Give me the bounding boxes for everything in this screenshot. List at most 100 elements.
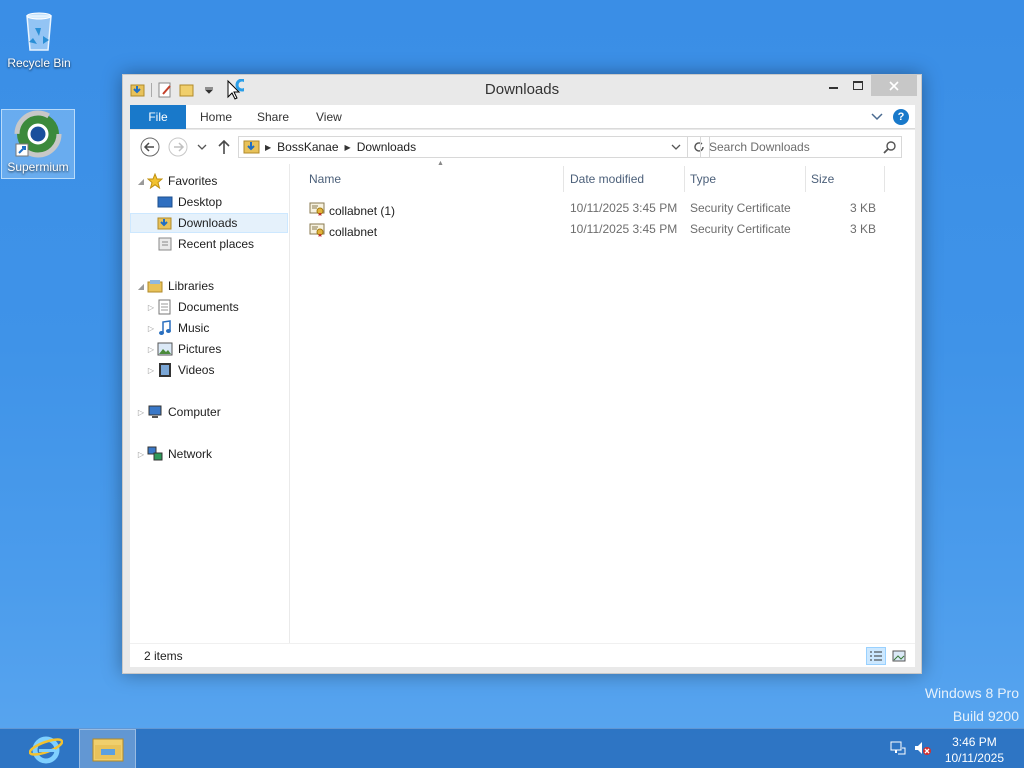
back-button[interactable] [140,137,160,157]
tab-view[interactable]: View [302,105,356,129]
network-status-icon[interactable] [890,740,906,759]
ribbon-tabs: File Home Share View ? [130,105,915,129]
tree-label: Libraries [168,279,215,293]
column-label: Date modified [570,172,645,186]
tab-home[interactable]: Home [186,105,246,129]
search-input[interactable] [701,137,879,157]
breadcrumb-downloads[interactable]: Downloads [357,140,416,154]
file-row[interactable]: collabnet (1) 10/11/2025 3:45 PM Securit… [291,198,915,219]
downloads-folder-icon [156,215,174,231]
up-button[interactable] [214,137,234,157]
tree-computer[interactable]: ▷ Computer [130,402,288,422]
certificate-icon [309,201,325,220]
column-label: Type [690,172,717,186]
explorer-content: ◢ Favorites Desktop Downloads Recent pla… [130,160,915,643]
taskbar-file-explorer[interactable] [79,729,136,768]
file-date: 10/11/2025 3:45 PM [570,201,678,215]
maximize-button[interactable] [845,75,871,96]
internet-explorer-icon [29,736,63,764]
file-type: Security Certificate [690,201,791,215]
taskbar-clock[interactable]: 3:46 PM 10/11/2025 [945,734,1004,766]
desktop-icon-recycle-bin[interactable]: Recycle Bin [2,6,76,70]
title-bar[interactable]: Downloads [123,75,921,105]
address-dropdown-button[interactable] [665,137,687,157]
file-name-cell: collabnet [309,222,377,241]
details-view-icon [870,651,882,661]
tree-label: Favorites [168,174,218,188]
close-button[interactable] [871,75,917,96]
collapsed-arrow-icon[interactable]: ▷ [146,345,156,354]
column-label: Name [309,172,342,186]
desktop-icon-label: Recycle Bin [7,56,71,70]
tree-desktop[interactable]: Desktop [130,192,288,212]
address-bar[interactable]: ▶ BossKanae ▶ Downloads [238,136,688,158]
navigation-bar: ▶ BossKanae ▶ Downloads [130,130,915,164]
column-header-size[interactable]: Size [806,164,884,194]
column-label: Size [811,172,835,186]
chevron-down-icon [197,144,207,150]
large-icons-view-icon [892,650,906,662]
taskbar: 3:46 PM 10/11/2025 [0,728,1024,768]
expand-ribbon-chevron-icon[interactable] [871,110,883,124]
videos-icon [156,362,174,378]
recycle-bin-icon [15,6,63,54]
column-divider[interactable] [884,166,885,192]
column-header-name[interactable]: Name ▲ [299,160,563,194]
tree-documents[interactable]: ▷ Documents [130,297,288,317]
collapsed-arrow-icon[interactable]: ▷ [136,408,146,417]
ribbon-controls: ? [871,109,909,125]
file-explorer-icon [92,738,123,762]
breadcrumb-bosskanae[interactable]: BossKanae [277,140,338,154]
file-name-cell: collabnet (1) [309,201,395,220]
tree-libraries[interactable]: ◢ Libraries [130,276,288,296]
tree-label: Videos [178,363,215,377]
tree-favorites[interactable]: ◢ Favorites [130,171,288,191]
volume-muted-icon[interactable] [914,740,932,759]
details-view-button[interactable] [866,647,886,665]
tree-recent-places[interactable]: Recent places [130,234,288,254]
taskbar-internet-explorer[interactable] [18,729,74,768]
recent-places-icon [156,236,174,252]
collapsed-arrow-icon[interactable]: ▷ [146,324,156,333]
collapsed-arrow-icon[interactable]: ▷ [146,366,156,375]
forward-button[interactable] [168,137,188,157]
expanded-arrow-icon[interactable]: ◢ [136,177,146,186]
tree-label: Pictures [178,342,222,356]
tree-pictures[interactable]: ▷ Pictures [130,339,288,359]
sort-ascending-icon: ▲ [437,160,444,167]
file-size: 3 KB [849,222,876,236]
desktop-icon-supermium[interactable]: Supermium [1,109,75,179]
tab-share[interactable]: Share [243,105,303,129]
file-name: collabnet (1) [329,203,396,218]
column-header-type[interactable]: Type [685,164,805,194]
tree-network[interactable]: ▷ Network [130,444,288,464]
file-name: collabnet [329,224,378,239]
window-title: Downloads [484,81,560,98]
windows-watermark-build: Build 9200 [952,708,1019,724]
desktop-folder-icon [156,194,174,210]
file-row[interactable]: collabnet 10/11/2025 3:45 PM Security Ce… [291,219,915,240]
search-box [700,136,902,158]
minimize-button[interactable] [821,75,847,96]
tree-label: Desktop [178,195,223,209]
desktop-icon-label: Supermium [7,160,69,174]
tree-label: Documents [178,300,239,314]
breadcrumb-separator-icon[interactable]: ▶ [265,143,271,152]
search-icon[interactable] [883,140,897,157]
expanded-arrow-icon[interactable]: ◢ [136,282,146,291]
help-button[interactable]: ? [893,109,909,125]
tree-music[interactable]: ▷ Music [130,318,288,338]
column-header-date-modified[interactable]: Date modified [564,164,684,194]
clock-time: 3:46 PM [952,735,997,749]
clock-date: 10/11/2025 [944,751,1004,765]
collapsed-arrow-icon[interactable]: ▷ [146,303,156,312]
recent-locations-dropdown[interactable] [192,137,212,157]
tree-downloads[interactable]: Downloads [130,213,288,233]
collapsed-arrow-icon[interactable]: ▷ [136,450,146,459]
music-icon [156,320,174,336]
tree-videos[interactable]: ▷ Videos [130,360,288,380]
libraries-icon [146,278,164,294]
tab-file[interactable]: File [130,105,186,129]
large-icons-view-button[interactable] [889,647,909,665]
breadcrumb-separator-icon[interactable]: ▶ [345,143,351,152]
